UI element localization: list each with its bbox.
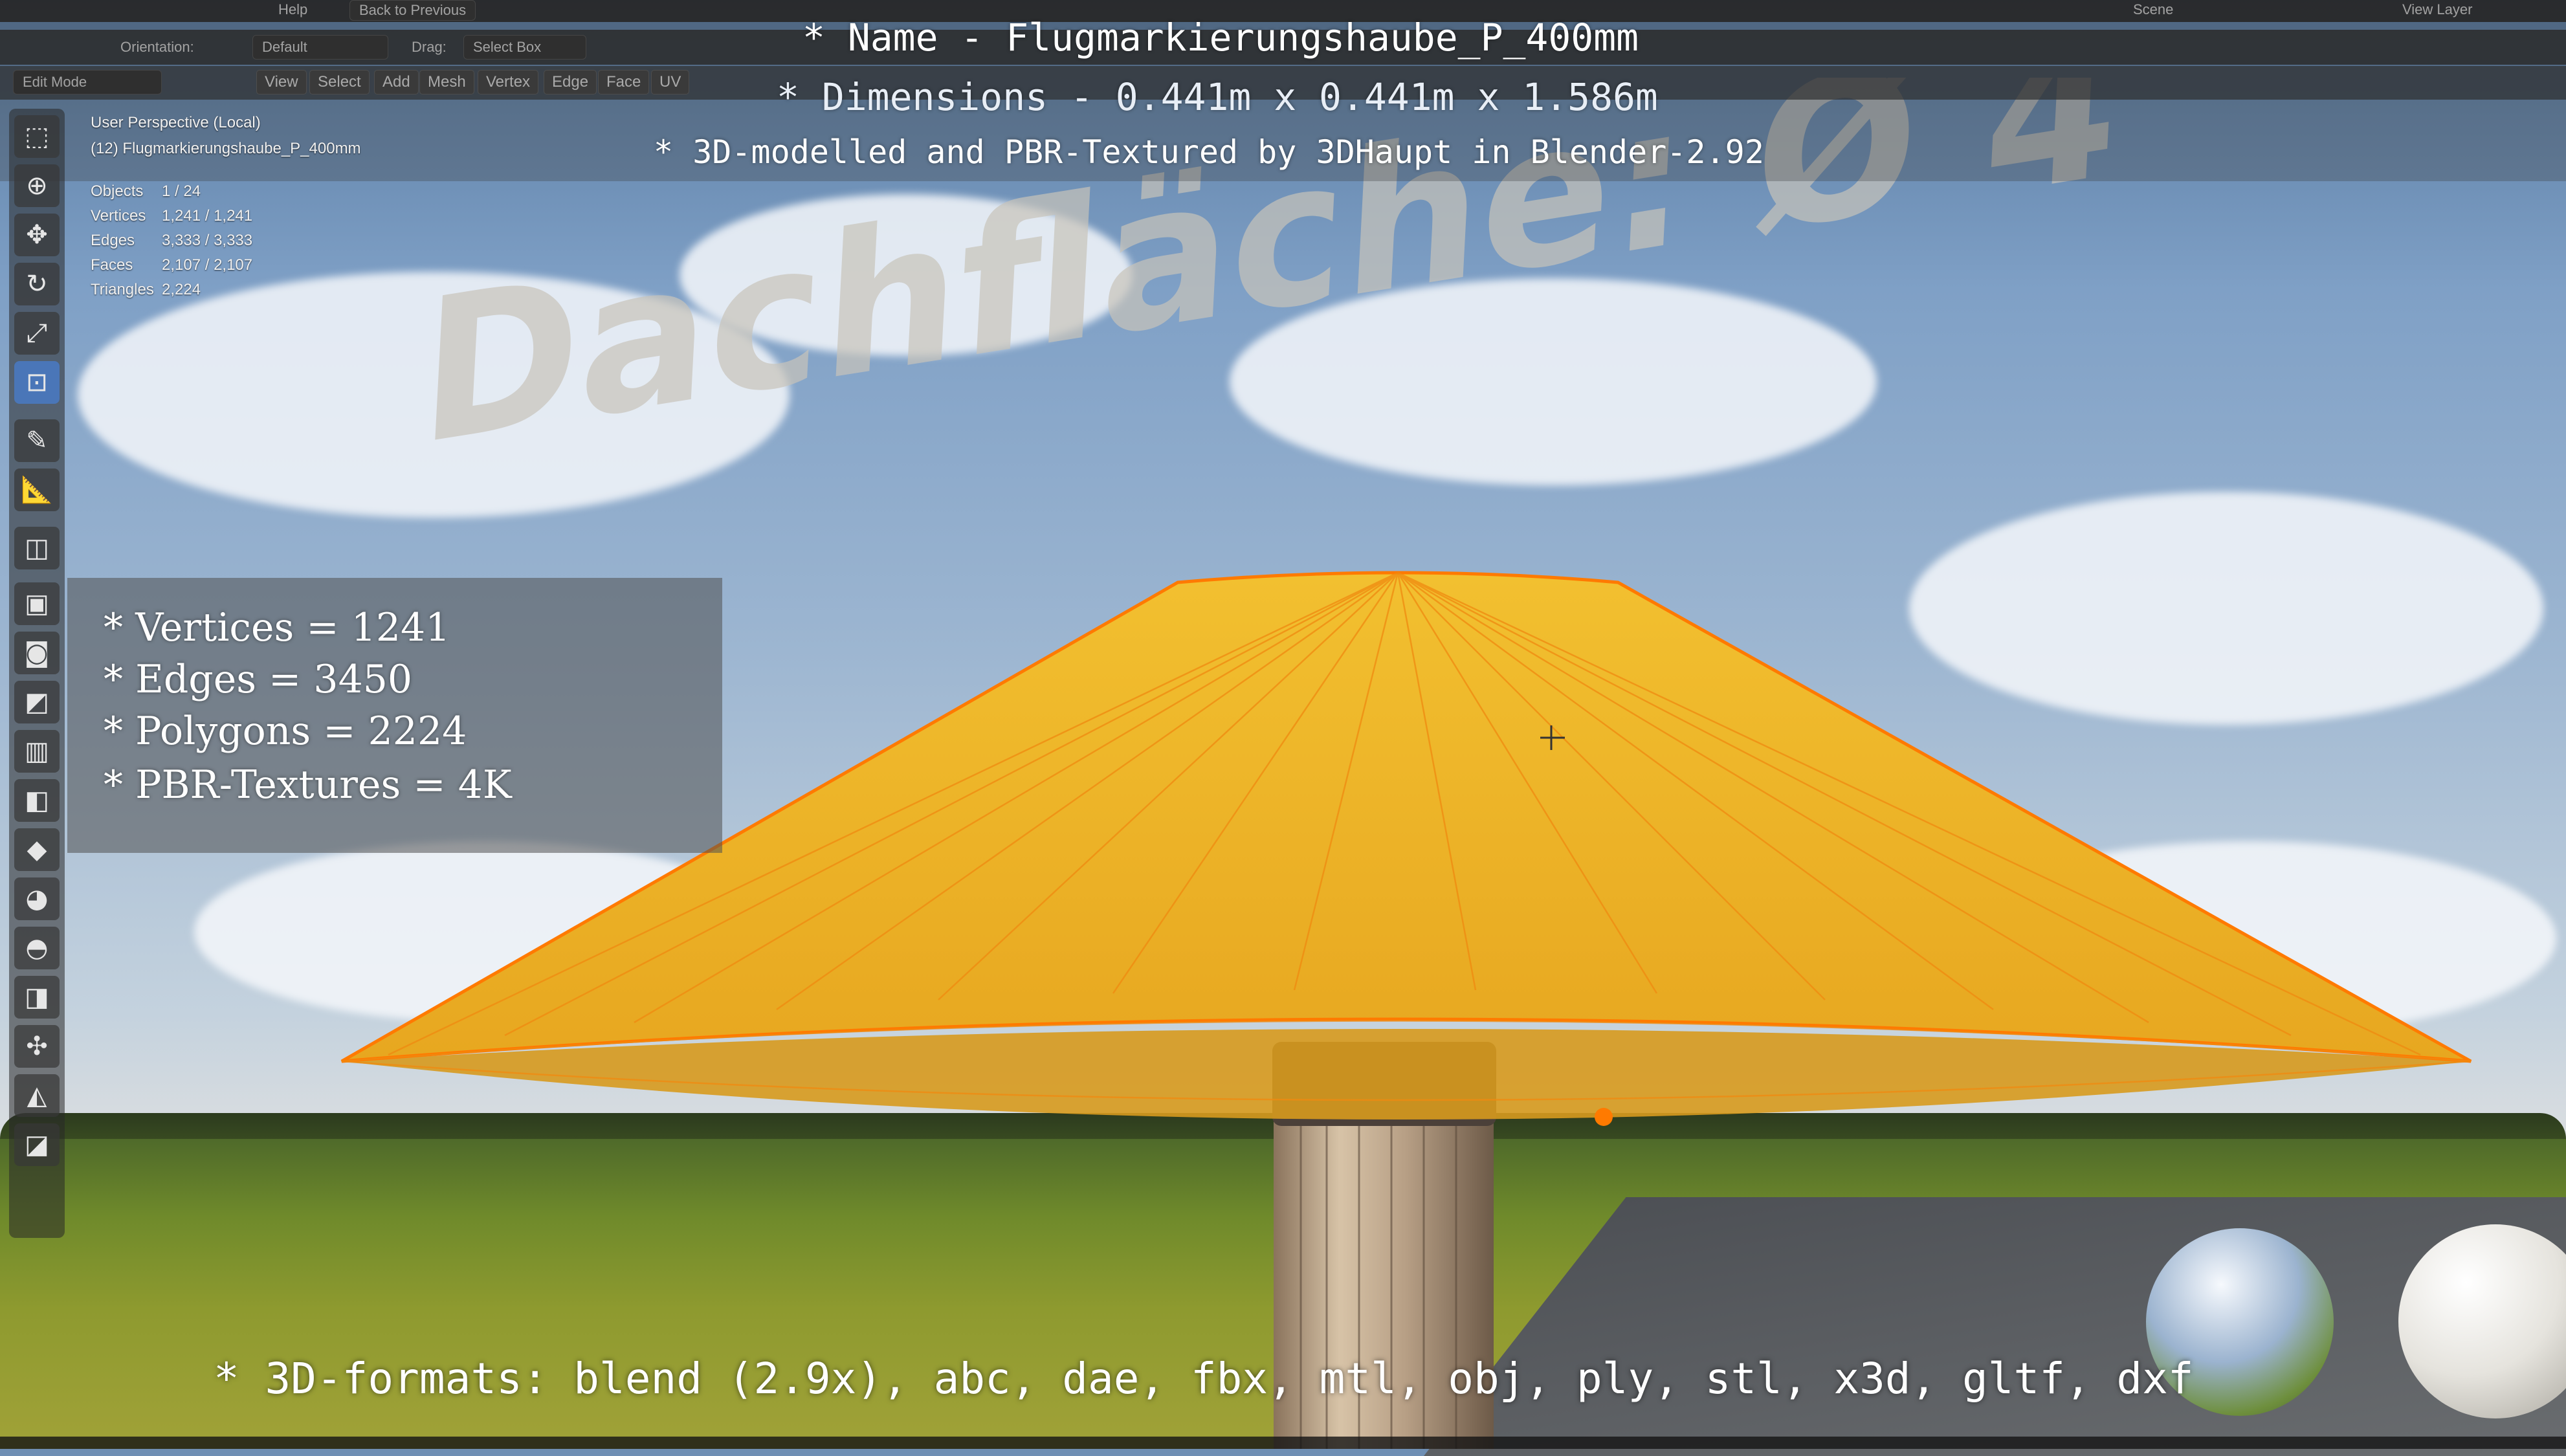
status-bar	[0, 1437, 2566, 1449]
shear-icon[interactable]: ◭	[14, 1074, 60, 1117]
info-vertices: * Vertices = 1241	[104, 605, 450, 650]
formats-line: * 3D-formats: blend (2.9x), abc, dae, fb…	[214, 1354, 2194, 1404]
mesh-info-panel: * Vertices = 1241 * Edges = 3450 * Polyg…	[67, 578, 722, 853]
tool-shelf: ⬚ ⊕ ✥ ↻ ⤢ ⊡ ✎ 📐 ◫ ▣ ◙ ◩ ▥ ◧ ◆ ◕ ◓ ◨ ✣ ◭ …	[9, 109, 65, 1238]
annotate-icon[interactable]: ✎	[14, 419, 60, 462]
selected-vertex[interactable]	[1595, 1108, 1613, 1126]
dimensions-line: * Dimensions - 0.441m x 0.441m x 1.586m	[777, 75, 1658, 119]
stat-value: 1,241 / 1,241	[162, 207, 253, 225]
credit-line: * 3D-modelled and PBR-Textured by 3DHaup…	[654, 133, 1764, 171]
stat-value: 2,224	[162, 281, 201, 298]
measure-icon[interactable]: 📐	[14, 469, 60, 511]
info-edges: * Edges = 3450	[104, 657, 413, 702]
inset-icon[interactable]: ◙	[14, 632, 60, 674]
stat-value: 1 / 24	[162, 182, 201, 200]
hood-underside	[342, 1029, 2471, 1120]
stat-label: Vertices	[91, 207, 146, 225]
spin-icon[interactable]: ◕	[14, 877, 60, 920]
scale-icon[interactable]: ⤢	[14, 312, 60, 355]
object-name-label: (12) Flugmarkierungshaube_P_400mm	[91, 140, 361, 157]
info-polygons: * Polygons = 2224	[104, 709, 467, 754]
info-textures: * PBR-Textures = 4K	[104, 762, 512, 808]
bevel-icon[interactable]: ◩	[14, 681, 60, 723]
stat-label: Edges	[91, 232, 135, 249]
name-line: * Name - Flugmarkierungshaube_P_400mm	[802, 16, 1639, 60]
stat-value: 3,333 / 3,333	[162, 232, 253, 249]
knife-icon[interactable]: ◧	[14, 779, 60, 822]
stat-label: Objects	[91, 182, 144, 200]
add-cube-icon[interactable]: ◫	[14, 527, 60, 569]
stat-label: Triangles	[91, 281, 154, 298]
stat-value: 2,107 / 2,107	[162, 256, 253, 274]
move-icon[interactable]: ✥	[14, 214, 60, 256]
select-box-icon[interactable]: ⬚	[14, 115, 60, 158]
transform-icon[interactable]: ⊡	[14, 361, 60, 404]
shrink-fatten-icon[interactable]: ✣	[14, 1025, 60, 1068]
edge-slide-icon[interactable]: ◨	[14, 976, 60, 1019]
rip-icon[interactable]: ◪	[14, 1123, 60, 1166]
perspective-label: User Perspective (Local)	[91, 114, 261, 131]
smooth-icon[interactable]: ◓	[14, 927, 60, 969]
extrude-icon[interactable]: ▣	[14, 582, 60, 625]
cursor-icon[interactable]: ⊕	[14, 164, 60, 207]
stat-label: Faces	[91, 256, 133, 274]
loop-cut-icon[interactable]: ▥	[14, 730, 60, 773]
poly-build-icon[interactable]: ◆	[14, 828, 60, 871]
rotate-icon[interactable]: ↻	[14, 263, 60, 305]
